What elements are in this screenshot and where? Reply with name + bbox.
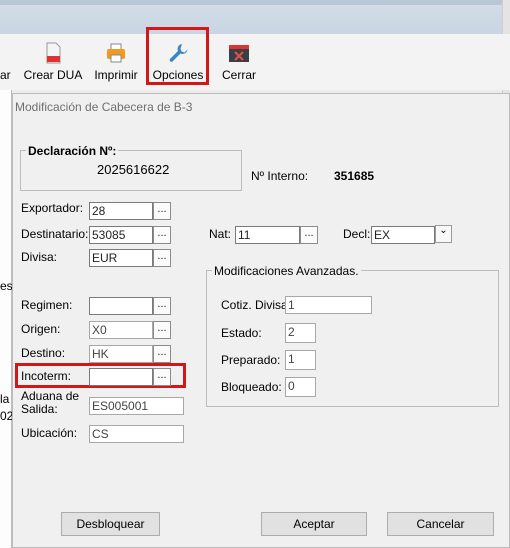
imprimir-button[interactable]: Imprimir	[90, 38, 142, 86]
incoterm-label: Incoterm:	[21, 369, 72, 383]
interno-label: Nº Interno:	[251, 169, 309, 183]
exportador-label: Exportador:	[21, 201, 84, 215]
dialog-title: Modificación de Cabecera de B-3	[15, 100, 193, 114]
estado-field[interactable]: 2	[285, 323, 316, 343]
decl-label: Decl:	[343, 227, 371, 241]
regimen-browse-button[interactable]: ...	[153, 297, 171, 315]
destinatario-label: Destinatario:	[21, 227, 89, 241]
nat-field[interactable]: 11	[235, 226, 300, 244]
incoterm-browse-button[interactable]: ...	[153, 368, 171, 386]
main-toolbar: ar Crear DUA Imprimir Opciones Cerrar	[0, 34, 510, 90]
document-dua-icon	[46, 42, 61, 64]
parent-window-titlebar	[0, 0, 510, 34]
aduana-salida-field[interactable]: ES005001	[89, 397, 184, 415]
chevron-down-icon: ⌄	[439, 225, 448, 236]
decl-combo[interactable]: EX	[371, 226, 435, 244]
declaracion-label: Declaración Nº:	[26, 144, 119, 158]
aduana-label-line2: Salida:	[21, 402, 58, 416]
parent-fragment-1: es	[0, 279, 13, 293]
exportador-browse-button[interactable]: ...	[153, 202, 171, 220]
bloqueado-field[interactable]: 0	[285, 377, 316, 397]
ubicacion-label: Ubicación:	[21, 426, 78, 440]
origen-browse-button[interactable]: ...	[153, 321, 171, 339]
estado-label: Estado:	[221, 326, 262, 340]
bloqueado-label: Bloqueado:	[221, 380, 282, 394]
cerrar-button[interactable]: Cerrar	[218, 38, 260, 86]
close-window-icon	[229, 45, 249, 62]
advanced-legend: Modificaciones Avanzadas.	[212, 264, 361, 278]
cancelar-button[interactable]: Cancelar	[387, 512, 494, 536]
desbloquear-button[interactable]: Desbloquear	[61, 512, 160, 536]
cerrar-label: Cerrar	[221, 68, 256, 82]
destinatario-browse-button[interactable]: ...	[153, 226, 171, 244]
cotiz-divisa-field[interactable]: 1	[285, 296, 372, 314]
destino-browse-button[interactable]: ...	[153, 345, 171, 363]
toolbar-partial-item[interactable]: ar	[0, 38, 12, 86]
destino-label: Destino:	[21, 346, 66, 360]
regimen-label: Regimen:	[21, 298, 73, 312]
origen-field[interactable]: X0	[89, 321, 153, 339]
interno-value: 351685	[334, 169, 375, 183]
toolbar-partial-label: ar	[0, 68, 11, 82]
ubicacion-field[interactable]: CS	[89, 425, 184, 443]
regimen-field[interactable]	[89, 297, 153, 315]
destinatario-field[interactable]: 53085	[89, 226, 153, 244]
nat-label: Nat:	[209, 227, 232, 241]
nat-browse-button[interactable]: ...	[300, 226, 318, 244]
crear-dua-button[interactable]: Crear DUA	[22, 38, 84, 86]
divisa-browse-button[interactable]: ...	[153, 249, 171, 267]
declaracion-value: 2025616622	[97, 162, 170, 177]
cotiz-divisa-label: Cotiz. Divisa:	[221, 298, 292, 312]
cabecera-dialog: Modificación de Cabecera de B-3 Declarac…	[12, 93, 510, 548]
divisa-label: Divisa:	[21, 250, 58, 264]
preparado-field[interactable]: 1	[285, 350, 316, 370]
incoterm-field[interactable]	[89, 368, 153, 386]
divisa-field[interactable]: EUR	[89, 249, 153, 267]
parent-titlebar-strip	[0, 0, 510, 5]
imprimir-label: Imprimir	[94, 68, 138, 82]
parent-left-panel	[0, 90, 12, 548]
exportador-field[interactable]: 28	[89, 202, 153, 220]
destino-field[interactable]: HK	[89, 345, 153, 363]
opciones-highlight-box	[146, 27, 209, 85]
crear-dua-label: Crear DUA	[23, 68, 83, 82]
parent-fragment-2: la	[0, 392, 10, 406]
origen-label: Origen:	[21, 322, 61, 336]
aduana-label-line1: Aduana de	[21, 389, 80, 403]
printer-icon	[107, 43, 125, 63]
preparado-label: Preparado:	[221, 353, 281, 367]
decl-dropdown-button[interactable]: ⌄	[435, 225, 452, 243]
aceptar-button[interactable]: Aceptar	[261, 512, 367, 536]
